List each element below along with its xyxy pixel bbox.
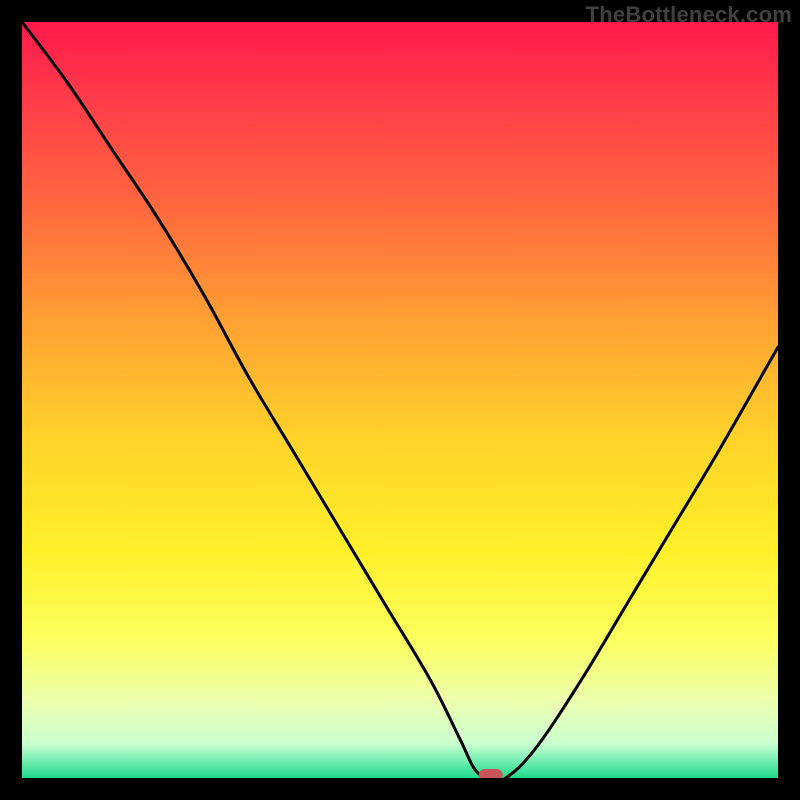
- chart-background: [22, 22, 778, 778]
- optimal-point-marker: [479, 769, 503, 778]
- watermark-text: TheBottleneck.com: [586, 2, 792, 28]
- bottleneck-chart: [22, 22, 778, 778]
